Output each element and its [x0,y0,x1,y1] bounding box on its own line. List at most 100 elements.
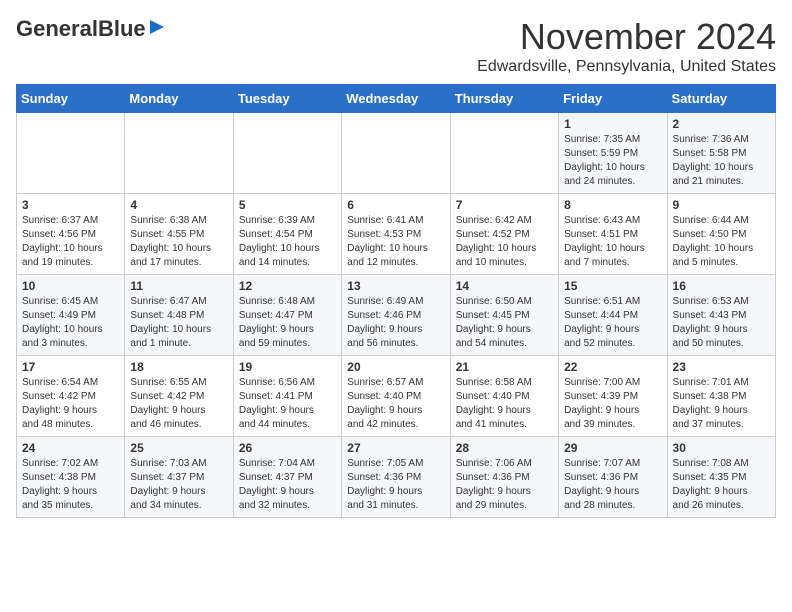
day-cell: 21Sunrise: 6:58 AM Sunset: 4:40 PM Dayli… [450,356,558,437]
day-info: Sunrise: 7:05 AM Sunset: 4:36 PM Dayligh… [347,457,444,513]
day-cell [233,113,341,194]
day-number: 30 [673,441,770,455]
day-info: Sunrise: 7:00 AM Sunset: 4:39 PM Dayligh… [564,376,661,432]
day-cell [342,113,450,194]
calendar-table: SundayMondayTuesdayWednesdayThursdayFrid… [16,84,776,518]
day-cell: 25 Sunrise: 7:03 AM Sunset: 4:37 PM Dayli… [125,437,233,518]
day-number: 17 [22,360,119,374]
day-cell: 22 Sunrise: 7:00 AM Sunset: 4:39 PM Dayli… [559,356,667,437]
day-cell: 10Sunrise: 6:45 AM Sunset: 4:49 PM Dayli… [17,275,125,356]
day-number: 6 [347,198,444,212]
day-number: 14 [456,279,553,293]
day-cell: 6 Sunrise: 6:41 AM Sunset: 4:53 PM Daylig… [342,194,450,275]
day-cell: 29 Sunrise: 7:07 AM Sunset: 4:36 PM Dayli… [559,437,667,518]
day-cell: 16 Sunrise: 6:53 AM Sunset: 4:43 PM Dayli… [667,275,775,356]
day-cell: 18 Sunrise: 6:55 AM Sunset: 4:42 PM Dayli… [125,356,233,437]
day-info: Sunrise: 7:03 AM Sunset: 4:37 PM Dayligh… [130,457,227,513]
day-cell: 28Sunrise: 7:06 AM Sunset: 4:36 PM Dayli… [450,437,558,518]
day-cell: 23 Sunrise: 7:01 AM Sunset: 4:38 PM Dayli… [667,356,775,437]
day-info: Sunrise: 7:08 AM Sunset: 4:35 PM Dayligh… [673,457,770,513]
day-info: Sunrise: 7:35 AM Sunset: 5:59 PM Dayligh… [564,133,661,189]
day-cell: 19 Sunrise: 6:56 AM Sunset: 4:41 PM Dayli… [233,356,341,437]
header-saturday: Saturday [667,85,775,113]
header-thursday: Thursday [450,85,558,113]
day-info: Sunrise: 6:42 AM Sunset: 4:52 PM Dayligh… [456,214,553,270]
day-info: Sunrise: 6:44 AM Sunset: 4:50 PM Dayligh… [673,214,770,270]
day-info: Sunrise: 7:36 AM Sunset: 5:58 PM Dayligh… [673,133,770,189]
day-cell: 2 Sunrise: 7:36 AM Sunset: 5:58 PM Daylig… [667,113,775,194]
day-info: Sunrise: 6:56 AM Sunset: 4:41 PM Dayligh… [239,376,336,432]
day-number: 24 [22,441,119,455]
header-monday: Monday [125,85,233,113]
header-wednesday: Wednesday [342,85,450,113]
day-info: Sunrise: 6:54 AM Sunset: 4:42 PM Dayligh… [22,376,119,432]
day-info: Sunrise: 6:50 AM Sunset: 4:45 PM Dayligh… [456,295,553,351]
day-number: 13 [347,279,444,293]
day-number: 3 [22,198,119,212]
day-cell [17,113,125,194]
day-number: 27 [347,441,444,455]
day-number: 9 [673,198,770,212]
week-row-4: 24 Sunrise: 7:02 AM Sunset: 4:38 PM Dayli… [17,437,776,518]
day-number: 16 [673,279,770,293]
day-info: Sunrise: 6:58 AM Sunset: 4:40 PM Dayligh… [456,376,553,432]
day-info: Sunrise: 6:41 AM Sunset: 4:53 PM Dayligh… [347,214,444,270]
day-cell: 15Sunrise: 6:51 AM Sunset: 4:44 PM Dayli… [559,275,667,356]
logo: GeneralBlue [16,16,166,42]
day-number: 29 [564,441,661,455]
day-info: Sunrise: 6:43 AM Sunset: 4:51 PM Dayligh… [564,214,661,270]
day-info: Sunrise: 7:01 AM Sunset: 4:38 PM Dayligh… [673,376,770,432]
day-info: Sunrise: 6:57 AM Sunset: 4:40 PM Dayligh… [347,376,444,432]
day-number: 19 [239,360,336,374]
day-cell [450,113,558,194]
day-info: Sunrise: 6:51 AM Sunset: 4:44 PM Dayligh… [564,295,661,351]
week-row-3: 17 Sunrise: 6:54 AM Sunset: 4:42 PM Dayli… [17,356,776,437]
day-info: Sunrise: 6:53 AM Sunset: 4:43 PM Dayligh… [673,295,770,351]
day-cell [125,113,233,194]
logo-arrow-icon [148,18,166,36]
day-cell: 17 Sunrise: 6:54 AM Sunset: 4:42 PM Dayli… [17,356,125,437]
day-number: 12 [239,279,336,293]
day-cell: 9 Sunrise: 6:44 AM Sunset: 4:50 PM Daylig… [667,194,775,275]
day-number: 10 [22,279,119,293]
day-cell: 8 Sunrise: 6:43 AM Sunset: 4:51 PM Daylig… [559,194,667,275]
day-cell: 14 Sunrise: 6:50 AM Sunset: 4:45 PM Dayli… [450,275,558,356]
day-cell: 3 Sunrise: 6:37 AM Sunset: 4:56 PM Daylig… [17,194,125,275]
day-number: 25 [130,441,227,455]
day-info: Sunrise: 6:48 AM Sunset: 4:47 PM Dayligh… [239,295,336,351]
day-info: Sunrise: 7:07 AM Sunset: 4:36 PM Dayligh… [564,457,661,513]
day-number: 4 [130,198,227,212]
header-sunday: Sunday [17,85,125,113]
day-cell: 26Sunrise: 7:04 AM Sunset: 4:37 PM Dayli… [233,437,341,518]
day-cell: 4 Sunrise: 6:38 AM Sunset: 4:55 PM Daylig… [125,194,233,275]
day-info: Sunrise: 7:02 AM Sunset: 4:38 PM Dayligh… [22,457,119,513]
day-number: 26 [239,441,336,455]
page-header: GeneralBlue November 2024 Edwardsville, … [16,16,776,76]
day-number: 22 [564,360,661,374]
day-cell: 1 Sunrise: 7:35 AM Sunset: 5:59 PM Daylig… [559,113,667,194]
day-info: Sunrise: 6:49 AM Sunset: 4:46 PM Dayligh… [347,295,444,351]
day-number: 8 [564,198,661,212]
day-number: 18 [130,360,227,374]
day-info: Sunrise: 6:55 AM Sunset: 4:42 PM Dayligh… [130,376,227,432]
day-cell: 7 Sunrise: 6:42 AM Sunset: 4:52 PM Daylig… [450,194,558,275]
day-info: Sunrise: 6:47 AM Sunset: 4:48 PM Dayligh… [130,295,227,351]
day-cell: 13 Sunrise: 6:49 AM Sunset: 4:46 PM Dayli… [342,275,450,356]
location: Edwardsville, Pennsylvania, United State… [477,58,776,76]
day-number: 7 [456,198,553,212]
day-number: 5 [239,198,336,212]
day-number: 23 [673,360,770,374]
header-friday: Friday [559,85,667,113]
title-block: November 2024 Edwardsville, Pennsylvania… [477,16,776,76]
header-tuesday: Tuesday [233,85,341,113]
day-number: 2 [673,117,770,131]
logo-text: GeneralBlue [16,16,146,42]
day-cell: 5 Sunrise: 6:39 AM Sunset: 4:54 PM Daylig… [233,194,341,275]
day-info: Sunrise: 6:38 AM Sunset: 4:55 PM Dayligh… [130,214,227,270]
day-info: Sunrise: 6:37 AM Sunset: 4:56 PM Dayligh… [22,214,119,270]
day-info: Sunrise: 6:39 AM Sunset: 4:54 PM Dayligh… [239,214,336,270]
day-cell: 27 Sunrise: 7:05 AM Sunset: 4:36 PM Dayli… [342,437,450,518]
day-number: 20 [347,360,444,374]
calendar-header-row: SundayMondayTuesdayWednesdayThursdayFrid… [17,85,776,113]
day-number: 1 [564,117,661,131]
